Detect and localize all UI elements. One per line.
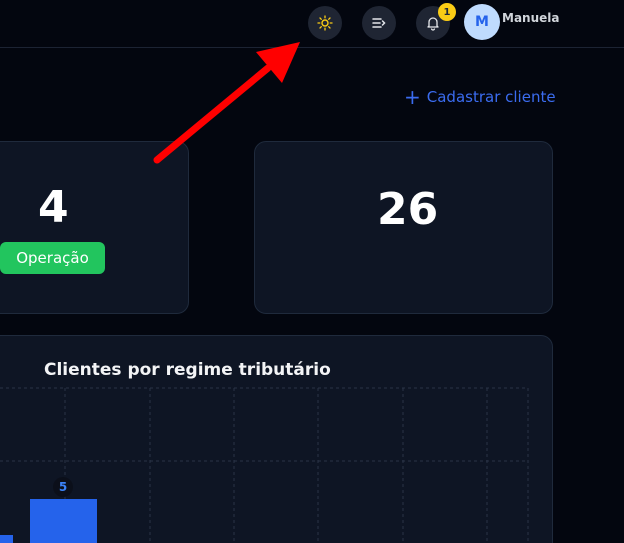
menu-collapse-icon bbox=[372, 18, 386, 28]
notification-count-badge: 1 bbox=[438, 3, 456, 21]
stat-card-operation bbox=[0, 141, 189, 314]
avatar-initial: M bbox=[475, 14, 489, 30]
menu-toggle-button[interactable] bbox=[362, 6, 396, 40]
sun-icon bbox=[317, 15, 333, 31]
status-badge-label: Operação bbox=[16, 249, 89, 267]
add-client-link[interactable]: + Cadastrar cliente bbox=[404, 85, 556, 109]
chart-bar bbox=[30, 499, 97, 543]
data-label: 5 bbox=[59, 480, 67, 494]
bar-chart: 5 bbox=[0, 387, 529, 543]
status-badge: Operação bbox=[0, 242, 105, 274]
chart-bar bbox=[0, 535, 13, 543]
notifications-button[interactable]: 1 bbox=[416, 3, 456, 40]
top-bar: 1 M Manuela bbox=[0, 0, 624, 48]
chart-title: Clientes por regime tributário bbox=[44, 360, 331, 380]
stat-value: 4 bbox=[38, 182, 69, 233]
add-client-label: Cadastrar cliente bbox=[426, 88, 556, 106]
stat-value: 26 bbox=[377, 184, 439, 235]
theme-toggle-button[interactable] bbox=[308, 6, 342, 40]
user-name[interactable]: Manuela bbox=[502, 11, 559, 25]
plus-icon: + bbox=[404, 85, 421, 109]
chart-bars: 5 bbox=[0, 477, 97, 543]
avatar[interactable]: M bbox=[464, 4, 500, 40]
bell-icon bbox=[427, 17, 439, 31]
